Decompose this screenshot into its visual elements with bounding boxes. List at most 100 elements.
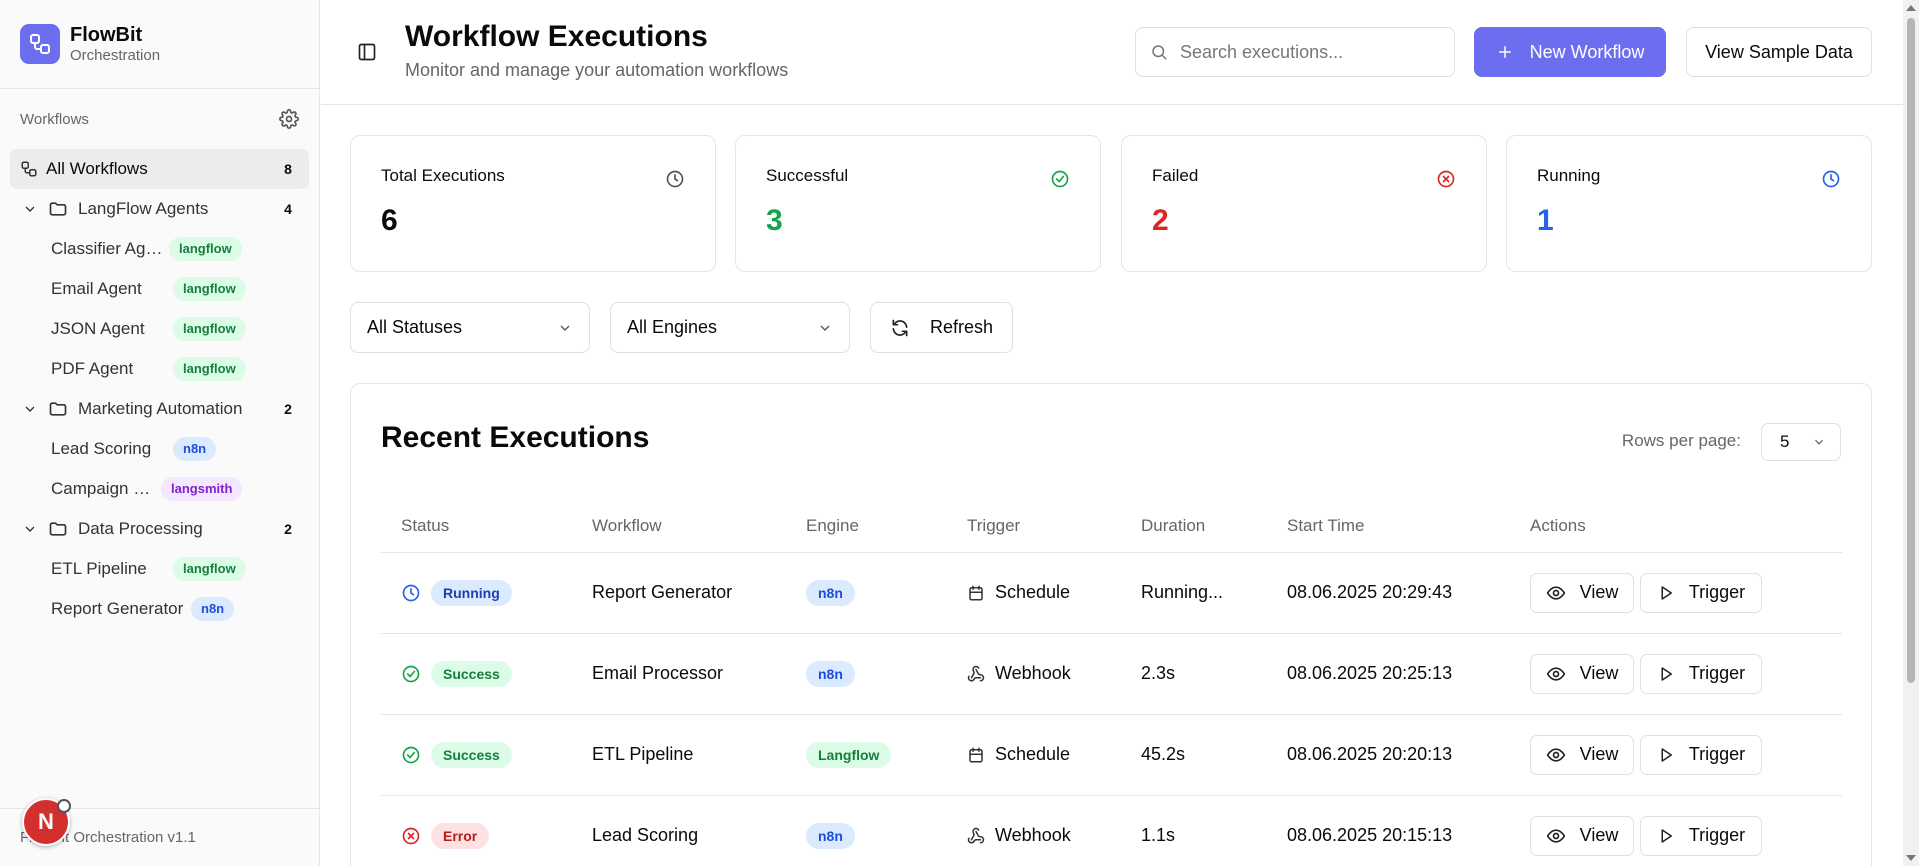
scroll-down-arrow[interactable] <box>1906 855 1916 861</box>
status-badge: Success <box>431 741 512 768</box>
workflow-cell: ETL Pipeline <box>572 714 786 796</box>
workflow-logo-icon <box>20 24 60 64</box>
sidebar-group-data-processing[interactable]: Data Processing 2 <box>0 509 319 549</box>
trigger-button[interactable]: Trigger <box>1640 734 1762 775</box>
check-circle-icon <box>402 746 420 763</box>
workflows-section-header: Workflows <box>0 89 319 149</box>
trigger-label: Webhook <box>995 825 1071 845</box>
x-circle-icon <box>402 827 420 844</box>
engine-badge: n8n <box>806 823 855 849</box>
view-sample-data-button[interactable]: View Sample Data <box>1686 27 1872 77</box>
trigger-cell: Schedule <box>967 744 1121 765</box>
sidebar-item-classifier-agent[interactable]: Classifier Agent langflow <box>0 229 319 269</box>
sidebar-toggle-icon[interactable] <box>357 42 377 62</box>
sidebar-item-pdf-agent[interactable]: PDF Agent langflow <box>0 349 319 389</box>
engine-badge: n8n <box>806 580 855 606</box>
view-button[interactable]: View <box>1530 653 1634 694</box>
view-button[interactable]: View <box>1530 815 1634 856</box>
trigger-label: Webhook <box>995 663 1071 683</box>
stat-value: 6 <box>381 204 398 237</box>
trigger-button[interactable]: Trigger <box>1640 815 1762 856</box>
stat-label: Total Executions <box>381 166 505 185</box>
view-button[interactable]: View <box>1530 572 1634 613</box>
search-box[interactable] <box>1135 27 1455 77</box>
engine-tag: n8n <box>191 597 235 621</box>
new-workflow-label: New Workflow <box>1529 41 1645 62</box>
page-subtitle: Monitor and manage your automation workf… <box>405 60 789 80</box>
view-button[interactable]: View <box>1530 734 1634 775</box>
status-badge: Success <box>431 660 512 687</box>
workflow-cell: Report Generator <box>572 552 786 634</box>
sidebar-item-report-generator[interactable]: Report Generator n8n <box>0 589 319 629</box>
table-row[interactable]: Running Report Generator n8n Schedule Ru… <box>381 552 1842 634</box>
engine-tag: langsmith <box>161 477 243 501</box>
brand-subtitle: Orchestration <box>70 47 161 64</box>
engine-filter-select[interactable]: All Engines <box>610 302 850 353</box>
column-header[interactable]: Workflow <box>572 500 786 553</box>
duration-cell: 2.3s <box>1121 633 1267 715</box>
webhook-icon <box>967 665 985 681</box>
trigger-label: Schedule <box>995 744 1071 764</box>
column-header[interactable]: Status <box>381 500 572 553</box>
trigger-button-label: Trigger <box>1688 744 1746 764</box>
stat-label: Successful <box>766 166 849 185</box>
sidebar-group-marketing-automation[interactable]: Marketing Automation 2 <box>0 389 319 429</box>
sidebar-item-all-workflows[interactable]: All Workflows 8 <box>10 149 309 189</box>
engine-filter-value: All Engines <box>627 317 718 337</box>
status-cell: Error <box>401 822 572 849</box>
webhook-icon <box>967 827 985 843</box>
new-workflow-button[interactable]: New Workflow <box>1474 27 1666 77</box>
eye-icon <box>1546 666 1565 681</box>
count-badge: 2 <box>284 521 292 537</box>
table-row[interactable]: Success ETL Pipeline Langflow Schedule 4… <box>381 714 1842 796</box>
table-row[interactable]: Success Email Processor n8n Webhook 2.3s… <box>381 633 1842 715</box>
calendar-icon <box>969 585 983 600</box>
sidebar-item-campaign-manager[interactable]: Campaign Manager langsmith <box>0 469 319 509</box>
sidebar-item-json-agent[interactable]: JSON Agent langflow <box>0 309 319 349</box>
clock-icon <box>1822 170 1840 188</box>
refresh-icon <box>892 319 908 336</box>
page-scrollbar[interactable] <box>1903 0 1919 866</box>
column-header[interactable]: Trigger <box>947 500 1121 553</box>
eye-icon <box>1546 828 1565 843</box>
trigger-cell: Schedule <box>967 582 1121 603</box>
trigger-label: Schedule <box>995 582 1071 602</box>
trigger-button[interactable]: Trigger <box>1640 572 1762 613</box>
sidebar-group-langflow-agents[interactable]: LangFlow Agents 4 <box>0 189 319 229</box>
duration-cell: 45.2s <box>1121 714 1267 796</box>
column-header[interactable]: Start Time <box>1267 500 1510 553</box>
trigger-button-label: Trigger <box>1688 825 1746 845</box>
engine-tag: langflow <box>173 557 246 581</box>
scrollbar-thumb[interactable] <box>1907 18 1915 683</box>
view-label: View <box>1579 825 1619 845</box>
trigger-button[interactable]: Trigger <box>1640 653 1762 694</box>
gear-icon[interactable] <box>279 109 299 129</box>
sidebar-item-label: Report Generator <box>51 599 184 618</box>
engine-tag: langflow <box>173 277 246 301</box>
rows-per-page-value: 5 <box>1780 432 1790 451</box>
status-filter-select[interactable]: All Statuses <box>350 302 590 353</box>
sidebar-item-email-agent[interactable]: Email Agent langflow <box>0 269 319 309</box>
folder-icon <box>49 202 67 216</box>
page-title: Workflow Executions <box>405 20 708 53</box>
column-header[interactable]: Engine <box>786 500 947 553</box>
sidebar-group-label: Marketing Automation <box>78 399 243 418</box>
refresh-button[interactable]: Refresh <box>870 302 1013 353</box>
play-icon <box>1661 828 1672 843</box>
check-circle-icon <box>1051 170 1069 188</box>
refresh-label: Refresh <box>929 317 994 337</box>
engine-tag: n8n <box>173 437 217 461</box>
search-input[interactable] <box>1180 41 1430 63</box>
brand[interactable]: FlowBit Orchestration <box>0 0 319 89</box>
sidebar-item-label: Classifier Agent <box>51 239 169 258</box>
sidebar-item-lead-scoring[interactable]: Lead Scoring n8n <box>0 429 319 469</box>
scroll-up-arrow[interactable] <box>1906 5 1916 11</box>
rows-per-page-label: Rows per page: <box>1621 431 1741 450</box>
column-header[interactable]: Duration <box>1121 500 1267 553</box>
search-icon <box>1152 45 1167 60</box>
table-row[interactable]: Error Lead Scoring n8n Webhook 1.1s 08.0… <box>381 795 1842 866</box>
sidebar-item-etl-pipeline[interactable]: ETL Pipeline langflow <box>0 549 319 589</box>
trigger-cell: Webhook <box>967 825 1121 846</box>
rows-per-page-select[interactable]: 5 <box>1761 423 1841 461</box>
sidebar-item-label: ETL Pipeline <box>51 559 147 578</box>
